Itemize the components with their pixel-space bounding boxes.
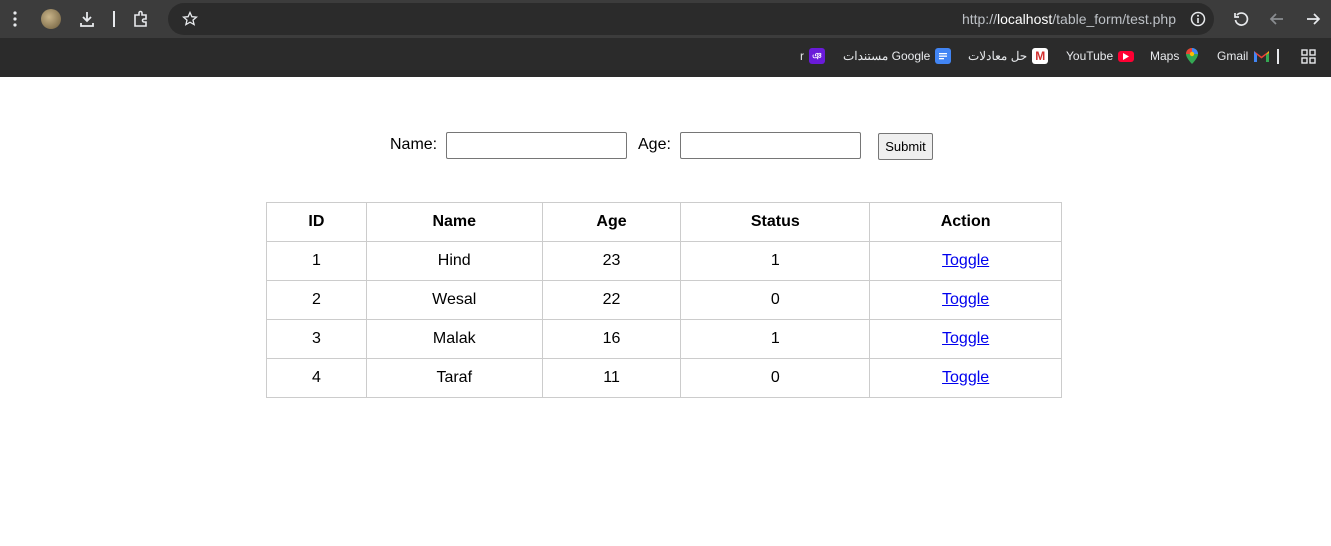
cell-id: 2 <box>266 280 367 320</box>
cell-age: 11 <box>541 358 682 398</box>
cell-age: 16 <box>541 319 682 359</box>
cell-age: 22 <box>541 280 682 320</box>
profile-avatar[interactable] <box>40 9 62 29</box>
data-table: ID Name Age Status Action 1 Hind 23 1 To… <box>266 202 1062 398</box>
bookmark-r[interactable]: r ঞ <box>800 47 825 65</box>
cell-action: Toggle <box>869 280 1062 320</box>
bookmark-maps[interactable]: Maps <box>1150 47 1200 65</box>
cell-id: 4 <box>266 358 367 398</box>
youtube-icon <box>1118 50 1135 62</box>
name-label: Name: <box>390 136 438 153</box>
toggle-link[interactable]: Toggle <box>942 369 989 386</box>
table-row: 4 Taraf 11 0 Toggle <box>266 358 1062 398</box>
cell-age: 23 <box>541 241 682 281</box>
star-icon[interactable] <box>180 9 200 29</box>
bookmark-icon: ঞ <box>809 48 825 64</box>
cell-action: Toggle <box>869 358 1062 398</box>
bookmark-gmail[interactable]: Gmail <box>1217 47 1269 65</box>
extensions-icon[interactable] <box>130 9 152 29</box>
header-id: ID <box>266 202 367 242</box>
cell-id: 3 <box>266 319 367 359</box>
toggle-link[interactable]: Toggle <box>942 330 989 347</box>
cell-status: 1 <box>680 319 871 359</box>
bookmark-youtube[interactable]: YouTube <box>1066 47 1135 65</box>
cell-name: Malak <box>365 319 543 359</box>
bookmark-google-docs[interactable]: مستندات Google <box>843 47 952 65</box>
age-input[interactable] <box>680 132 861 159</box>
name-input[interactable] <box>446 132 627 159</box>
reload-icon[interactable] <box>1230 9 1252 29</box>
toggle-link[interactable]: Toggle <box>942 291 989 308</box>
table-header-row: ID Name Age Status Action <box>266 202 1062 242</box>
cell-action: Toggle <box>869 241 1062 281</box>
cell-status: 0 <box>680 280 871 320</box>
menu-dots-icon[interactable] <box>6 9 24 29</box>
cell-name: Hind <box>365 241 543 281</box>
cell-status: 0 <box>680 358 871 398</box>
cell-name: Taraf <box>365 358 543 398</box>
age-label: Age: <box>638 136 671 153</box>
google-docs-icon <box>935 48 952 64</box>
toolbar-separator <box>113 11 115 27</box>
header-name: Name <box>365 202 543 242</box>
back-icon[interactable] <box>1266 9 1288 29</box>
site-info-icon[interactable] <box>1188 9 1208 29</box>
table-row: 2 Wesal 22 0 Toggle <box>266 280 1062 320</box>
cell-action: Toggle <box>869 319 1062 359</box>
url-text: http://localhost/table_form/test.php <box>961 11 1176 27</box>
table-row: 1 Hind 23 1 Toggle <box>266 241 1062 281</box>
bookmark-math[interactable]: حل معادلات M <box>968 47 1049 65</box>
table-row: 3 Malak 16 1 Toggle <box>266 319 1062 359</box>
math-icon: M <box>1032 48 1049 64</box>
cell-status: 1 <box>680 241 871 281</box>
browser-toolbar: http://localhost/table_form/test.php <box>0 0 1331 38</box>
cell-name: Wesal <box>365 280 543 320</box>
apps-grid-icon[interactable] <box>1299 47 1317 65</box>
bookmarks-separator <box>1277 49 1279 64</box>
maps-icon <box>1184 48 1200 64</box>
address-bar[interactable]: http://localhost/table_form/test.php <box>168 3 1214 35</box>
submit-button[interactable]: Submit <box>878 133 933 160</box>
toggle-link[interactable]: Toggle <box>942 252 989 269</box>
forward-icon[interactable] <box>1302 9 1324 29</box>
header-action: Action <box>869 202 1062 242</box>
gmail-icon <box>1253 48 1269 64</box>
header-status: Status <box>680 202 871 242</box>
header-age: Age <box>541 202 682 242</box>
download-icon[interactable] <box>76 9 98 29</box>
cell-id: 1 <box>266 241 367 281</box>
